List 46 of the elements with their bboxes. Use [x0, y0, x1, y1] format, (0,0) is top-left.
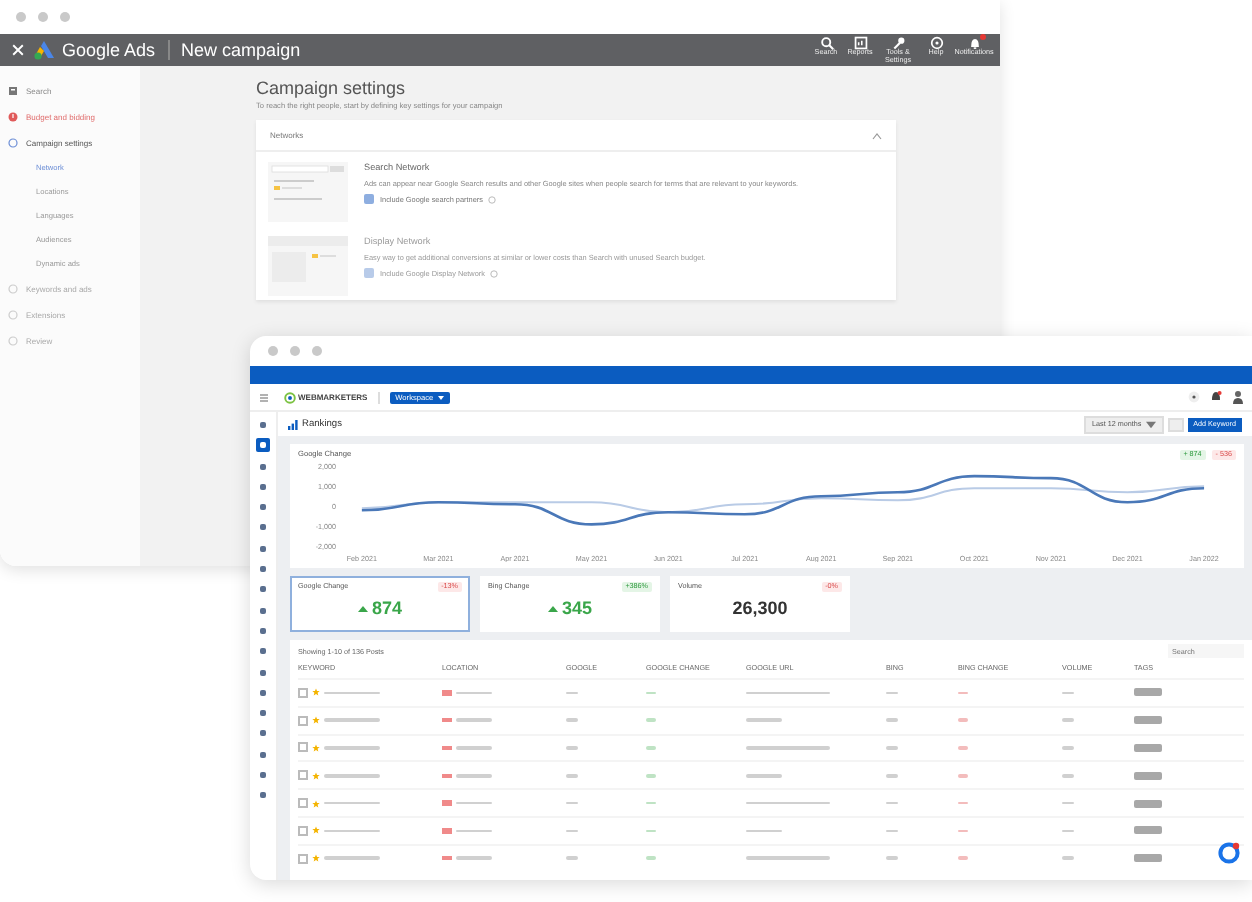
help-icon[interactable] — [1188, 390, 1200, 404]
row-checkbox[interactable] — [298, 687, 308, 698]
star-icon[interactable] — [312, 826, 320, 835]
row-checkbox[interactable] — [298, 770, 308, 781]
logo-icon — [34, 40, 56, 60]
row-checkbox[interactable] — [298, 715, 308, 726]
star-icon[interactable] — [312, 771, 320, 780]
star-icon[interactable] — [312, 743, 320, 752]
caret-icon — [1145, 419, 1156, 429]
section-title: Campaign settings — [256, 78, 408, 98]
caret-icon — [437, 395, 444, 399]
close-icon[interactable] — [12, 44, 24, 56]
nav-icon[interactable] — [256, 438, 270, 453]
card-value: 26,300 — [732, 598, 788, 619]
bell-icon — [967, 35, 981, 50]
search-icon — [819, 35, 833, 50]
bell-icon[interactable] — [1210, 390, 1222, 404]
step-ring-icon — [8, 336, 18, 346]
nav-icon[interactable] — [256, 418, 270, 432]
star-icon[interactable] — [312, 799, 320, 808]
row-checkbox[interactable] — [298, 853, 308, 864]
preview-drawing — [268, 162, 348, 222]
page-title: New campaign — [181, 40, 303, 60]
help-icon — [929, 35, 943, 50]
bar-chart-icon — [288, 419, 298, 429]
step-ring-icon — [8, 284, 18, 294]
card-value: 345 — [561, 598, 593, 619]
chat-icon[interactable] — [1218, 842, 1240, 864]
step-ring-icon — [8, 138, 18, 148]
chevron-icon[interactable] — [872, 131, 882, 139]
error-icon — [8, 112, 18, 122]
app-name: Google Ads — [62, 40, 170, 60]
star-icon[interactable] — [312, 716, 320, 725]
star-icon[interactable] — [312, 688, 320, 697]
checkbox[interactable] — [364, 194, 374, 204]
step-ring-icon — [8, 310, 18, 320]
card-value: 874 — [371, 598, 403, 619]
star-icon[interactable] — [312, 854, 320, 863]
row-checkbox[interactable] — [298, 798, 308, 809]
avatar-icon[interactable] — [1232, 390, 1244, 404]
wrench-icon — [891, 35, 905, 50]
row-checkbox[interactable] — [298, 742, 308, 753]
row-checkbox[interactable] — [298, 825, 308, 836]
chart-icon — [853, 35, 867, 50]
brand-logo-icon — [284, 391, 296, 403]
campaign-type-icon — [8, 86, 18, 96]
